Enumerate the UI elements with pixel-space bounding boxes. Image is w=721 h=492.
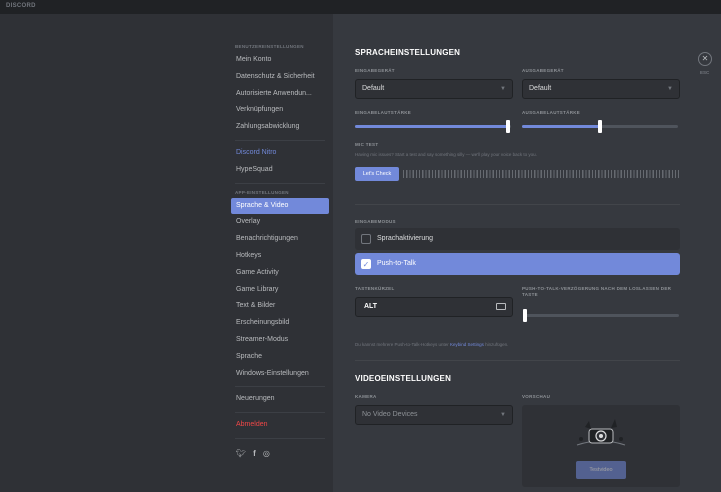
checkmark-icon: ✓	[361, 259, 371, 269]
output-device-label: AUSGABEGERÄT	[522, 68, 564, 73]
section-divider	[355, 360, 680, 361]
voice-activity-option[interactable]: Sprachaktivierung	[355, 228, 680, 250]
input-volume-slider[interactable]	[355, 120, 511, 133]
voice-activity-label: Sprachaktivierung	[377, 235, 434, 242]
sidebar-divider	[235, 437, 325, 439]
input-volume-fill	[355, 125, 508, 128]
chevron-down-icon: ▼	[500, 86, 506, 92]
camera-illustration-icon	[576, 419, 626, 446]
mic-test-label: MIC TEST	[355, 142, 379, 147]
app-title: DISCORD	[6, 3, 36, 9]
sidebar-item-connections[interactable]: Verknüpfungen	[231, 102, 329, 119]
sidebar-item-privacy[interactable]: Datenschutz & Sicherheit	[231, 69, 329, 86]
sidebar-item-voice-video[interactable]: Sprache & Video	[231, 197, 329, 215]
input-volume-handle[interactable]	[505, 120, 510, 133]
sidebar-nav: BENUTZEREINSTELLUNGEN Mein Konto Datensc…	[231, 42, 329, 464]
sidebar-item-billing[interactable]: Zahlungsabwicklung	[231, 119, 329, 136]
sidebar-item-game-library[interactable]: Game Library	[231, 282, 329, 299]
sidebar-item-nitro[interactable]: Discord Nitro	[231, 145, 329, 162]
keybind-hint-text-end: hinzufügen.	[483, 342, 509, 347]
keybind-hint-text: Du kannst mehrere Push-to-Talk-Hotkeys u…	[355, 342, 451, 347]
mic-level-meter	[403, 170, 679, 178]
sidebar-item-language[interactable]: Sprache	[231, 349, 329, 366]
ptt-delay-handle[interactable]	[523, 309, 527, 322]
video-settings-title: VIDEOEINSTELLUNGEN	[355, 374, 452, 383]
lets-check-button[interactable]: Let's Check	[355, 167, 399, 181]
chevron-down-icon: ▼	[500, 412, 506, 418]
voice-settings-title: SPRACHEINSTELLUNGEN	[355, 48, 461, 57]
titlebar: DISCORD	[0, 0, 721, 14]
keybind-hint: Du kannst mehrere Push-to-Talk-Hotkeys u…	[355, 342, 508, 347]
output-device-value: Default	[529, 85, 552, 92]
ptt-delay-slider[interactable]	[523, 309, 679, 322]
sidebar-divider	[235, 139, 325, 141]
sidebar-item-notifications[interactable]: Benachrichtigungen	[231, 231, 329, 248]
sidebar-item-text-images[interactable]: Text & Bilder	[231, 298, 329, 315]
user-settings-header: BENUTZEREINSTELLUNGEN	[235, 44, 304, 49]
sidebar-item-authorized-apps[interactable]: Autorisierte Anwendun...	[231, 86, 329, 103]
facebook-icon[interactable]: f	[253, 449, 256, 458]
keyboard-icon[interactable]	[496, 303, 506, 310]
esc-label: ESC	[700, 70, 710, 75]
test-video-button[interactable]: Testvideo	[576, 461, 626, 479]
input-volume-label: EINGABELAUTSTÄRKE	[355, 110, 412, 115]
camera-select[interactable]: No Video Devices ▼	[355, 405, 513, 425]
chevron-down-icon: ▼	[667, 86, 673, 92]
output-volume-fill	[522, 125, 600, 128]
sidebar-divider	[235, 386, 325, 388]
input-mode-label: EINGABEMODUS	[355, 219, 396, 224]
sidebar-item-overlay[interactable]: Overlay	[231, 214, 329, 231]
output-volume-handle[interactable]	[598, 120, 602, 133]
shortcut-value: ALT	[364, 303, 378, 310]
sidebar-item-hypesquad[interactable]: HypeSquad	[231, 162, 329, 179]
instagram-icon[interactable]: ◎	[263, 449, 270, 458]
sidebar-item-streamer-mode[interactable]: Streamer-Modus	[231, 332, 329, 349]
app-settings-header: APP-EINSTELLUNGEN	[235, 189, 289, 195]
shortcut-label: TASTENKÜRZEL	[355, 286, 395, 291]
input-device-value: Default	[362, 85, 385, 92]
camera-value: No Video Devices	[362, 411, 418, 418]
sidebar-item-changelog[interactable]: Neuerungen	[231, 391, 329, 408]
mic-test-hint: Having mic issues? Start a test and say …	[355, 152, 537, 157]
close-icon[interactable]: ✕	[698, 52, 712, 66]
sidebar-divider	[235, 412, 325, 414]
push-to-talk-option[interactable]: ✓ Push-to-Talk	[355, 253, 680, 275]
sidebar-item-hotkeys[interactable]: Hotkeys	[231, 248, 329, 265]
input-device-label: EINGABEGERÄT	[355, 68, 395, 73]
checkbox-icon	[361, 234, 371, 244]
shortcut-input[interactable]: ALT	[355, 297, 513, 317]
sidebar-item-logout[interactable]: Abmelden	[231, 417, 329, 434]
output-device-select[interactable]: Default ▼	[522, 79, 680, 99]
output-volume-slider[interactable]	[522, 120, 678, 133]
sidebar-item-windows-settings[interactable]: Windows-Einstellungen	[231, 366, 329, 383]
sidebar-item-game-activity[interactable]: Game Activity	[231, 265, 329, 282]
video-preview: Testvideo	[522, 405, 680, 487]
push-to-talk-label: Push-to-Talk	[377, 260, 416, 267]
ptt-delay-label: PUSH-TO-TALK-VERZÖGERUNG NACH DEM LOSLAS…	[522, 286, 672, 297]
input-device-select[interactable]: Default ▼	[355, 79, 513, 99]
twitter-icon[interactable]: 🐦︎	[236, 449, 246, 458]
sidebar-divider	[235, 182, 325, 184]
camera-label: KAMERA	[355, 394, 377, 399]
social-links: 🐦︎ f ◎	[231, 443, 329, 464]
preview-label: VORSCHAU	[522, 394, 551, 399]
settings-sidebar: BENUTZEREINSTELLUNGEN Mein Konto Datensc…	[0, 14, 333, 492]
output-volume-label: AUSGABELAUTSTÄRKE	[522, 110, 581, 115]
settings-content: SPRACHEINSTELLUNGEN EINGABEGERÄT Default…	[333, 14, 721, 492]
sidebar-item-appearance[interactable]: Erscheinungsbild	[231, 315, 329, 332]
sidebar-item-my-account[interactable]: Mein Konto	[231, 52, 329, 69]
section-divider	[355, 204, 680, 205]
keybind-settings-link[interactable]: Keybind Settings	[450, 342, 484, 347]
